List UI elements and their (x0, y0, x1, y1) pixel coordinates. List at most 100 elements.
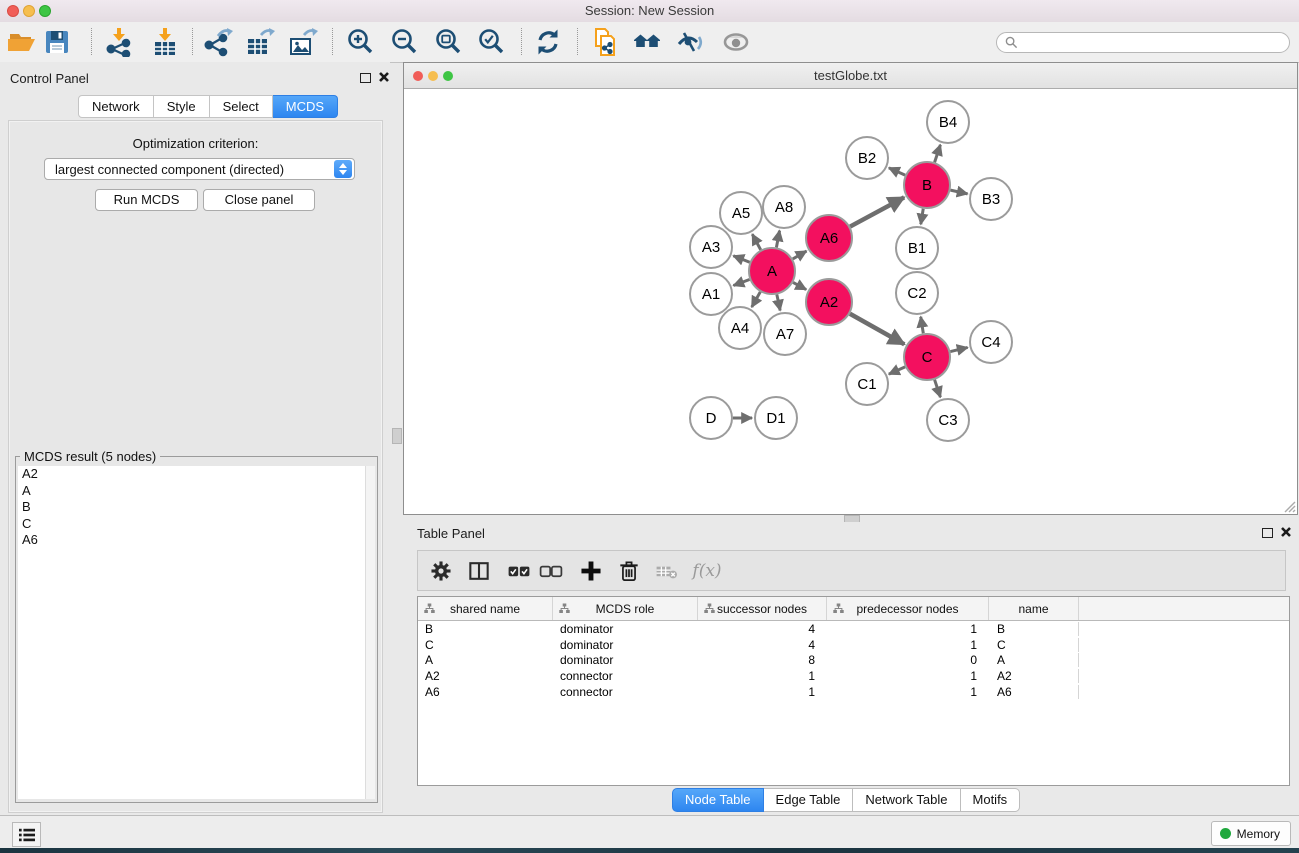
graph-node-B2[interactable]: B2 (846, 137, 888, 179)
cell[interactable]: connector (553, 685, 698, 699)
export-image-button[interactable] (286, 25, 320, 59)
network-overview-button[interactable] (630, 25, 664, 59)
zoom-selected-button[interactable] (475, 25, 509, 59)
save-session-button[interactable] (40, 25, 74, 59)
graph-node-A7[interactable]: A7 (764, 313, 806, 355)
zoom-in-button[interactable] (344, 25, 378, 59)
cell[interactable]: 1 (827, 669, 989, 683)
graph-node-C1[interactable]: C1 (846, 363, 888, 405)
export-network-button[interactable] (201, 25, 235, 59)
cell[interactable]: B (418, 622, 553, 636)
graph-node-C2[interactable]: C2 (896, 272, 938, 314)
graph-edge-C-C4[interactable] (950, 347, 967, 351)
float-table-panel-icon[interactable] (1262, 528, 1273, 538)
graph-node-B3[interactable]: B3 (970, 178, 1012, 220)
graph-edge-A-A6[interactable] (793, 251, 807, 259)
tab-edge-table[interactable]: Edge Table (764, 788, 854, 812)
list-scrollbar[interactable] (365, 466, 375, 799)
refresh-button[interactable] (531, 25, 565, 59)
graph-edge-C-C2[interactable] (921, 317, 924, 334)
search-input[interactable] (1022, 35, 1281, 51)
zoom-out-button[interactable] (388, 25, 422, 59)
column-header-mcds-role[interactable]: MCDS role (553, 597, 698, 620)
cell[interactable]: A6 (989, 685, 1079, 699)
criterion-dropdown[interactable]: largest connected component (directed) (44, 158, 355, 180)
cell[interactable]: A6 (418, 685, 553, 699)
cell[interactable]: A (989, 653, 1079, 667)
cell[interactable]: dominator (553, 638, 698, 652)
add-column-button[interactable] (576, 556, 606, 586)
graph-node-A5[interactable]: A5 (720, 192, 762, 234)
graph-edge-B-B1[interactable] (921, 209, 923, 225)
cell[interactable]: dominator (553, 653, 698, 667)
column-header-name[interactable]: name (989, 597, 1079, 620)
cell[interactable]: 8 (698, 653, 827, 667)
list-item[interactable]: A2 (18, 466, 365, 483)
graph-edge-A-A2[interactable] (793, 282, 806, 289)
graph-node-B4[interactable]: B4 (927, 101, 969, 143)
list-item[interactable]: A6 (18, 532, 365, 549)
select-all-button[interactable] (504, 556, 534, 586)
graph-node-B[interactable]: B (904, 162, 950, 208)
cell[interactable]: 1 (827, 622, 989, 636)
cell[interactable]: 4 (698, 638, 827, 652)
cell[interactable]: A2 (418, 669, 553, 683)
graph-edge-A-A3[interactable] (733, 256, 749, 262)
graph-node-A8[interactable]: A8 (763, 186, 805, 228)
window-resize-grip[interactable] (1282, 499, 1296, 513)
graph-node-C3[interactable]: C3 (927, 399, 969, 441)
tab-style[interactable]: Style (154, 95, 210, 118)
graph-edge-A-A4[interactable] (752, 292, 761, 307)
cell[interactable]: C (989, 638, 1079, 652)
function-builder-button[interactable]: f(x) (686, 556, 728, 586)
column-header-predecessor-nodes[interactable]: predecessor nodes (827, 597, 989, 620)
graph-edge-B-B3[interactable] (950, 190, 967, 194)
graph-node-A6[interactable]: A6 (806, 215, 852, 261)
graph-edge-C-C1[interactable] (889, 367, 905, 374)
graph-node-A1[interactable]: A1 (690, 273, 732, 315)
cell[interactable]: A (418, 653, 553, 667)
graph-node-A4[interactable]: A4 (719, 307, 761, 349)
tab-network[interactable]: Network (78, 95, 154, 118)
run-mcds-button[interactable]: Run MCDS (95, 189, 198, 211)
list-item[interactable]: B (18, 499, 365, 516)
graph-edge-A-A1[interactable] (733, 279, 749, 285)
tab-mcds[interactable]: MCDS (273, 95, 338, 118)
close-panel-icon[interactable] (378, 71, 390, 83)
cell[interactable]: 1 (827, 638, 989, 652)
cell[interactable]: 1 (827, 685, 989, 699)
cell[interactable]: C (418, 638, 553, 652)
graph-node-C4[interactable]: C4 (970, 321, 1012, 363)
graph-edge-A2-C[interactable] (850, 314, 904, 345)
vertical-splitter-handle[interactable] (392, 428, 402, 444)
tab-node-table[interactable]: Node Table (672, 788, 764, 812)
import-network-button[interactable] (103, 25, 137, 59)
graph-node-A[interactable]: A (749, 248, 795, 294)
cell[interactable]: connector (553, 669, 698, 683)
cell[interactable]: 1 (698, 669, 827, 683)
export-table-button[interactable] (243, 25, 277, 59)
graph-edge-A-A5[interactable] (752, 234, 760, 250)
open-file-button[interactable] (5, 25, 39, 59)
graph-node-A3[interactable]: A3 (690, 226, 732, 268)
graph-edge-A-A8[interactable] (776, 231, 779, 248)
graph-node-D1[interactable]: D1 (755, 397, 797, 439)
delete-table-button[interactable] (652, 556, 682, 586)
tab-network-table[interactable]: Network Table (853, 788, 960, 812)
graph-node-C[interactable]: C (904, 334, 950, 380)
show-details-button[interactable] (719, 25, 753, 59)
graph-edge-C-C3[interactable] (935, 380, 941, 397)
deselect-all-button[interactable] (536, 556, 566, 586)
float-panel-icon[interactable] (360, 73, 371, 83)
cell[interactable]: dominator (553, 622, 698, 636)
graph-edge-A-A7[interactable] (777, 295, 780, 311)
close-table-panel-icon[interactable] (1280, 526, 1292, 538)
graph-edge-B-B2[interactable] (889, 168, 905, 175)
tab-motifs[interactable]: Motifs (961, 788, 1021, 812)
graph-node-D[interactable]: D (690, 397, 732, 439)
graph-edge-B-B4[interactable] (935, 145, 941, 162)
column-header-successor-nodes[interactable]: successor nodes (698, 597, 827, 620)
column-header-shared-name[interactable]: shared name (418, 597, 553, 620)
network-canvas[interactable]: B4B2BB3A8A5A6A3B1AA1C2A2A4A7C4CC1C3DD1 (404, 89, 1297, 514)
table-settings-button[interactable] (426, 556, 456, 586)
